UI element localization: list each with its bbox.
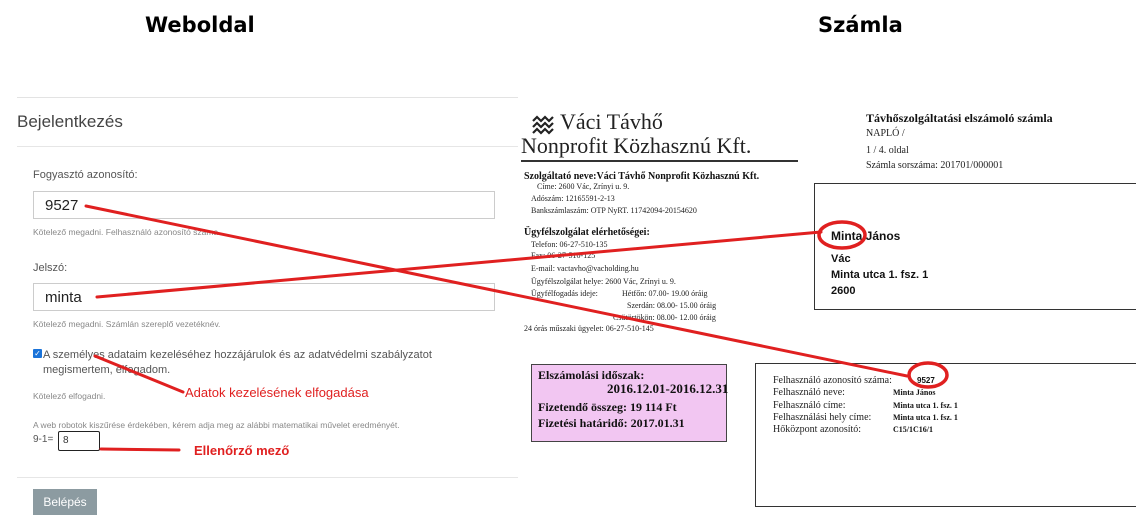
highlight-circle-name: [817, 220, 867, 250]
highlight-circle-id: [907, 361, 949, 389]
annotation-captcha: Ellenőrző mező: [194, 443, 290, 458]
annotation-consent: Adatok kezelésének elfogadása: [185, 385, 369, 400]
arrow-name-line: [95, 230, 823, 299]
annotation-overlay: [84, 204, 949, 452]
arrow-captcha-line: [99, 447, 181, 452]
arrow-consent-line: [93, 354, 185, 394]
arrow-id-line: [84, 204, 909, 378]
